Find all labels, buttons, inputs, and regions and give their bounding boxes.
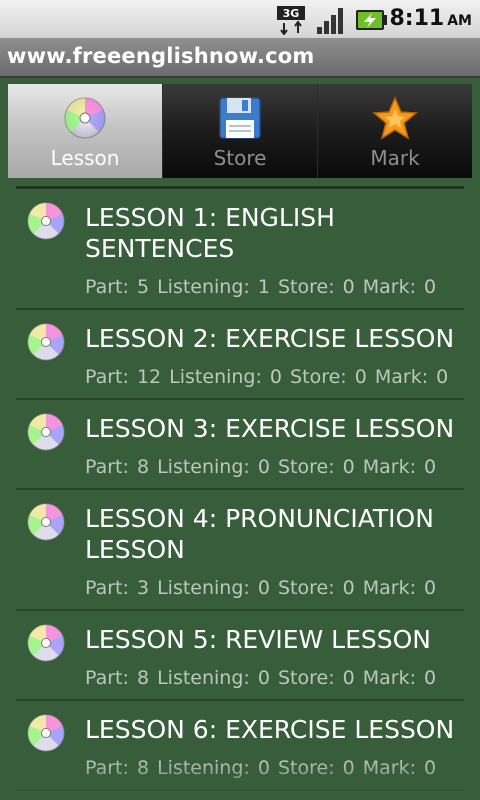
clock: 8:11 AM [389,6,472,31]
tab-label: Mark [370,146,420,170]
tab-label: Lesson [50,146,120,170]
disc-icon [27,413,65,451]
lesson-meta: Part: 3 Listening: 0 Store: 0 Mark: 0 [85,577,437,599]
lesson-title: LESSON 1: ENGLISH SENTENCES [85,203,335,263]
lesson-item[interactable]: LESSON 4: PRONUNCIATION LESSON Part: 3 Li… [16,490,464,611]
lesson-title: LESSON 4: PRONUNCIATION LESSON [85,504,434,564]
tab-store[interactable]: Store [163,84,318,178]
3g-data-icon: 3G [277,6,305,35]
tab-label: Store [213,146,267,170]
lesson-meta: Part: 12 Listening: 0 Store: 0 Mark: 0 [85,366,449,388]
clock-ampm: AM [447,13,472,29]
disc-icon [64,97,106,139]
lesson-meta: Part: 8 Listening: 0 Store: 0 Mark: 0 [85,667,437,689]
disc-icon [27,503,65,541]
lesson-item[interactable]: LESSON 5: REVIEW LESSON Part: 8 Listening… [16,611,464,701]
tab-mark[interactable]: Mark [318,84,472,178]
floppy-disk-icon [219,97,261,139]
lesson-item[interactable]: LESSON 3: EXERCISE LESSON Part: 8 Listeni… [16,400,464,490]
lesson-title: LESSON 6: EXERCISE LESSON [85,715,455,744]
status-bar: 3G 8:11 AM [0,0,480,39]
disc-icon [27,202,65,240]
signal-strength-icon [317,8,343,34]
lesson-meta: Part: 8 Listening: 0 Store: 0 Mark: 0 [85,456,437,478]
lesson-item[interactable]: LESSON 2: EXERCISE LESSON Part: 12 Listen… [16,310,464,400]
bottom-fade [0,760,480,800]
title-bar: www.freeenglishnow.com [0,38,480,78]
lesson-title: LESSON 3: EXERCISE LESSON [85,414,455,443]
lesson-title: LESSON 5: REVIEW LESSON [85,625,432,654]
disc-icon [27,624,65,662]
network-label: 3G [283,7,300,20]
tab-bar: Lesson Store Mark [8,84,472,178]
lesson-list: LESSON 1: ENGLISH SENTENCES Part: 5 Liste… [16,186,464,791]
clock-time: 8:11 [389,6,445,31]
disc-icon [27,323,65,361]
lesson-item[interactable]: LESSON 1: ENGLISH SENTENCES Part: 5 Liste… [16,189,464,310]
battery-charging-icon [356,10,387,30]
lesson-title: LESSON 2: EXERCISE LESSON [85,324,455,353]
tab-lesson[interactable]: Lesson [8,84,163,178]
lesson-meta: Part: 5 Listening: 1 Store: 0 Mark: 0 [85,276,437,298]
star-icon [372,96,418,140]
app-title: www.freeenglishnow.com [7,44,315,68]
disc-icon [27,714,65,752]
